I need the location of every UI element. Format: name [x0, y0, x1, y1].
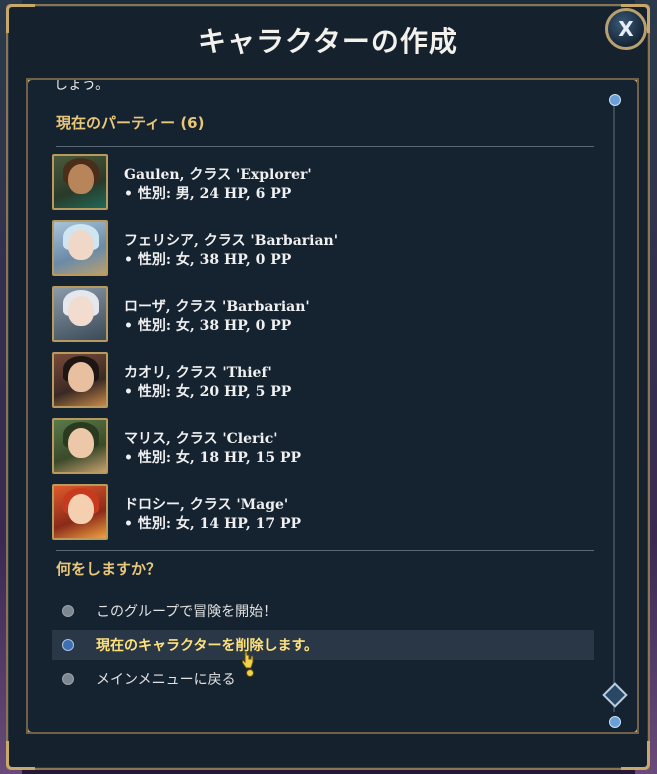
member-stats: • 性別: 男, 24 HP, 6 PP: [124, 186, 292, 202]
member-stats: • 性別: 女, 18 HP, 15 PP: [124, 450, 302, 466]
character-portrait: [52, 220, 108, 276]
menu-question: 何をしますか？: [56, 560, 162, 578]
radio-bullet-icon: [62, 673, 74, 685]
member-stats: • 性別: 女, 20 HP, 5 PP: [124, 384, 292, 400]
radio-bullet-icon: [62, 639, 74, 651]
close-button[interactable]: X: [605, 8, 647, 50]
frame-corner: [6, 741, 35, 770]
member-stats: • 性別: 女, 38 HP, 0 PP: [124, 318, 292, 334]
member-stats: • 性別: 女, 14 HP, 17 PP: [124, 516, 302, 532]
party-member: カオリ, クラス 'Thief' • 性別: 女, 20 HP, 5 PP: [52, 352, 592, 418]
close-icon: X: [618, 17, 634, 41]
scroll-top-cap: [609, 94, 621, 106]
scrollbar[interactable]: [602, 94, 628, 728]
scroll-bottom-cap: [609, 716, 621, 728]
divider: [56, 550, 594, 551]
character-portrait: [52, 484, 108, 540]
character-portrait: [52, 352, 108, 408]
character-portrait: [52, 418, 108, 474]
radio-bullet-icon: [62, 605, 74, 617]
member-name: マリス, クラス 'Cleric': [124, 431, 278, 447]
window-title: キャラクターの作成: [198, 25, 458, 58]
content-panel[interactable]: しょう。 現在のパーティー (6) Gaulen, クラス 'Explorer'…: [26, 78, 639, 734]
member-name: カオリ, クラス 'Thief': [124, 365, 272, 381]
start-adventure-option[interactable]: このグループで冒険を開始！: [52, 596, 594, 626]
frame-corner: [621, 741, 650, 770]
return-main-menu-option[interactable]: メインメニューに戻る: [52, 664, 594, 694]
party-member: ローザ, クラス 'Barbarian' • 性別: 女, 38 HP, 0 P…: [52, 286, 592, 352]
member-name: フェリシア, クラス 'Barbarian': [124, 233, 338, 249]
scroll-track: [613, 104, 615, 712]
option-label: 現在のキャラクターを削除します。: [96, 638, 319, 654]
character-portrait: [52, 154, 108, 210]
panel-corner: [623, 80, 637, 94]
panel-corner: [28, 718, 42, 732]
scroll-thumb[interactable]: [602, 682, 628, 708]
panel-corner: [28, 80, 42, 94]
character-creation-window: キャラクターの作成 X しょう。 現在のパーティー (6) Gaulen, クラ…: [6, 4, 650, 770]
member-stats: • 性別: 女, 38 HP, 0 PP: [124, 252, 292, 268]
party-member: Gaulen, クラス 'Explorer' • 性別: 男, 24 HP, 6…: [52, 154, 592, 220]
delete-character-option[interactable]: 現在のキャラクターを削除します。: [52, 630, 594, 660]
intro-text-fragment: しょう。: [54, 78, 110, 93]
party-header: 現在のパーティー (6): [56, 114, 205, 132]
party-list: Gaulen, クラス 'Explorer' • 性別: 男, 24 HP, 6…: [52, 154, 592, 550]
divider: [56, 146, 594, 147]
member-name: ローザ, クラス 'Barbarian': [124, 299, 310, 315]
option-label: このグループで冒険を開始！: [96, 604, 278, 620]
option-label: メインメニューに戻る: [96, 672, 236, 688]
party-member: マリス, クラス 'Cleric' • 性別: 女, 18 HP, 15 PP: [52, 418, 592, 484]
party-member: フェリシア, クラス 'Barbarian' • 性別: 女, 38 HP, 0…: [52, 220, 592, 286]
member-name: ドロシー, クラス 'Mage': [124, 497, 289, 513]
party-member: ドロシー, クラス 'Mage' • 性別: 女, 14 HP, 17 PP: [52, 484, 592, 550]
member-name: Gaulen, クラス 'Explorer': [124, 167, 312, 183]
panel-corner: [623, 718, 637, 732]
character-portrait: [52, 286, 108, 342]
pointer-cursor-icon: [242, 651, 254, 677]
